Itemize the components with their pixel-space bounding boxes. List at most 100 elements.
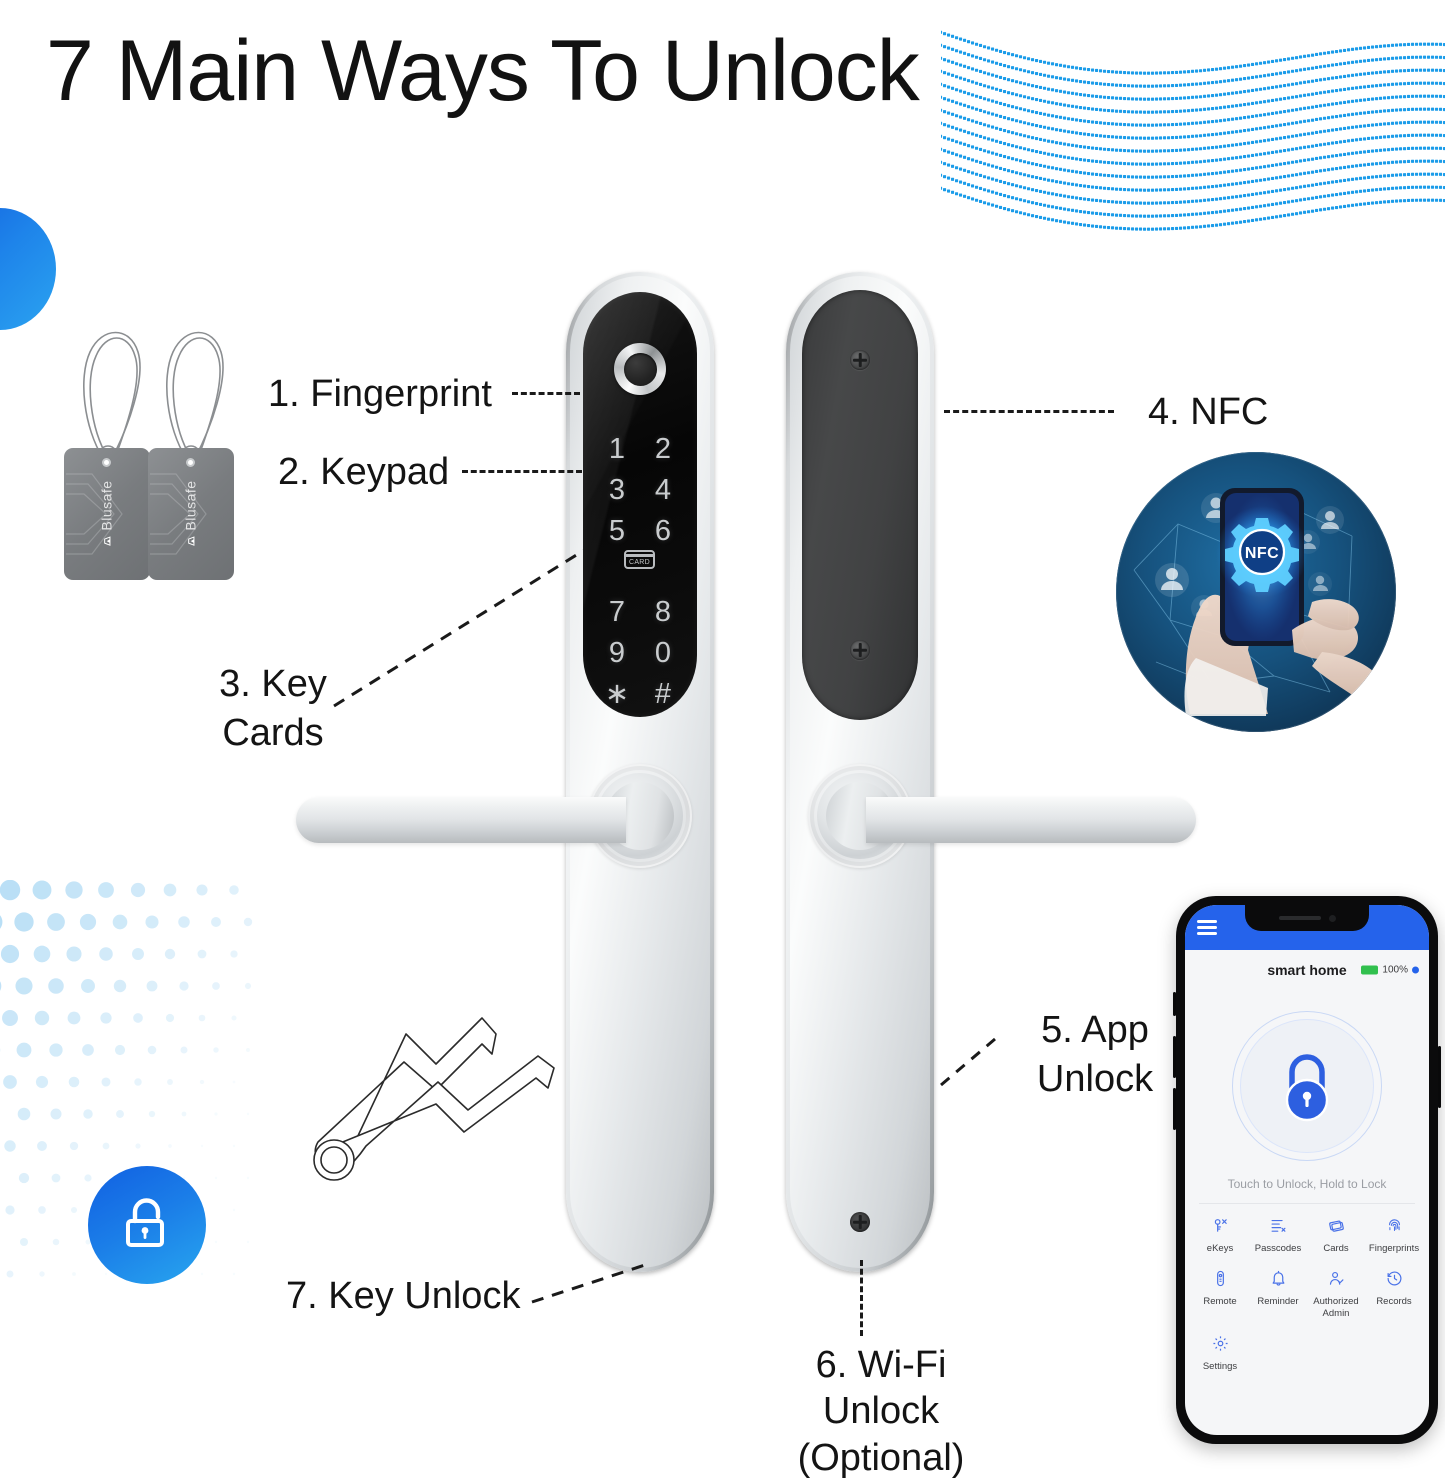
ekey-icon [1212, 1217, 1229, 1239]
cards-icon [1328, 1217, 1345, 1239]
lock-button[interactable] [1240, 1019, 1374, 1153]
app-tile-label: Reminder [1257, 1296, 1298, 1307]
door-handle-lever-left [296, 797, 626, 843]
card-glyph-text: CARD [629, 559, 650, 566]
keypad-key-∗[interactable]: ∗ [594, 680, 640, 709]
app-tile-ekeys[interactable]: eKeys [1191, 1211, 1249, 1254]
app-tile-remote[interactable]: Remote [1191, 1264, 1249, 1319]
lock-hint-text: Touch to Unlock, Hold to Lock [1185, 1177, 1429, 1191]
screw-bottom-body-icon [850, 1212, 870, 1232]
lock-ring-outer [1232, 1011, 1382, 1161]
app-tile-label: Records [1376, 1296, 1411, 1307]
keypad-key-6[interactable]: 6 [640, 517, 686, 546]
keycard-brand: Blusafe [99, 480, 115, 530]
keypad-key-#[interactable]: # [640, 680, 686, 709]
screw-top-icon [850, 350, 870, 370]
lock-button-area [1185, 997, 1429, 1175]
keycard: Blusafe [64, 448, 150, 580]
page-title: 7 Main Ways To Unlock [46, 22, 919, 121]
admin-user-icon [1328, 1270, 1345, 1292]
keycard: Blusafe [148, 448, 234, 580]
callout-label-wifi-unlock: 6. Wi-Fi Unlock (Optional) [768, 1342, 994, 1481]
physical-keys-illustration [286, 962, 576, 1212]
hamburger-menu-icon[interactable] [1197, 917, 1217, 939]
app-tile-label: Cards [1323, 1243, 1348, 1254]
smart-lock-front-panel: 123456 7890∗# CARD [566, 272, 714, 1272]
leader-line-app [938, 1036, 998, 1088]
remote-icon [1212, 1270, 1229, 1292]
battery-icon [1361, 966, 1378, 975]
keypad-key-7[interactable]: 7 [594, 598, 640, 627]
keycard-hole [102, 458, 111, 467]
app-tile-passcodes[interactable]: Passcodes [1249, 1211, 1307, 1254]
divider [1199, 1203, 1415, 1204]
smartphone-app-mockup: smart home 100% [1176, 896, 1438, 1444]
app-header: smart home 100% [1185, 950, 1429, 990]
app-tile-settings[interactable]: Settings [1191, 1329, 1249, 1372]
earpiece-speaker [1279, 916, 1321, 920]
keypad-key-1[interactable]: 1 [594, 435, 640, 464]
app-tile-label: Remote [1203, 1296, 1236, 1307]
nfc-photo: NFC [1116, 452, 1396, 732]
door-handle-lever-right [866, 797, 1196, 843]
app-tile-label: eKeys [1207, 1243, 1233, 1254]
callout-label-nfc: 4. NFC [1148, 388, 1268, 437]
keycard-brand: Blusafe [183, 480, 199, 530]
blusafe-logo-icon [184, 535, 197, 548]
keypad-key-3[interactable]: 3 [594, 476, 640, 505]
app-tile-label: Settings [1203, 1361, 1237, 1372]
app-tile-authorized-admin[interactable]: Authorized Admin [1307, 1264, 1365, 1319]
keypad-key-8[interactable]: 8 [640, 598, 686, 627]
keypad-key-0[interactable]: 0 [640, 639, 686, 668]
fingerprint-sensor[interactable] [614, 343, 666, 395]
padlock-icon [1268, 1044, 1346, 1128]
blusafe-logo-icon [100, 535, 113, 548]
nfc-back-plate [802, 290, 918, 720]
nfc-badge-text: NFC [1245, 545, 1279, 562]
keypad-key-2[interactable]: 2 [640, 435, 686, 464]
infographic-canvas: 7 Main Ways To Unlock [0, 0, 1445, 1445]
callout-label-app-unlock: 5. App Unlock [1030, 1006, 1160, 1103]
dotted-wave-decoration [941, 0, 1445, 265]
screw-bottom-icon [850, 640, 870, 660]
app-tile-label: Authorized Admin [1307, 1296, 1365, 1319]
keypad-key-4[interactable]: 4 [640, 476, 686, 505]
open-padlock-icon [118, 1194, 176, 1256]
front-camera-icon [1329, 915, 1336, 922]
leader-line-nfc [944, 410, 1114, 413]
touch-panel-glass: 123456 7890∗# CARD [583, 292, 697, 717]
app-tile-reminder[interactable]: Reminder [1249, 1264, 1307, 1319]
passcode-list-icon [1270, 1217, 1287, 1239]
gear-icon [1212, 1335, 1229, 1357]
keypad-key-9[interactable]: 9 [594, 639, 640, 668]
history-clock-icon [1386, 1270, 1403, 1292]
app-tile-fingerprints[interactable]: Fingerprints [1365, 1211, 1423, 1254]
keycard-group: Blusafe Blusafe [56, 268, 276, 598]
app-tile-label: Fingerprints [1369, 1243, 1419, 1254]
keypad[interactable]: 123456 7890∗# [594, 435, 686, 709]
leader-line-keypad [462, 470, 582, 473]
phone-power-button[interactable] [1438, 1046, 1441, 1108]
battery-percent: 100% [1382, 965, 1408, 976]
phone-screen: smart home 100% [1185, 905, 1429, 1435]
fingerprint-icon [1386, 1217, 1403, 1239]
unlock-badge-decoration [88, 1166, 206, 1284]
app-title: smart home [1267, 962, 1346, 978]
app-tile-label: Passcodes [1255, 1243, 1301, 1254]
battery-status: 100% [1361, 965, 1419, 976]
callout-label-key-unlock: 7. Key Unlock [286, 1272, 520, 1321]
app-feature-grid: eKeys Passcodes Cards Fingerprints Remote Rem… [1191, 1211, 1423, 1373]
phone-notch [1245, 905, 1369, 931]
app-tile-cards[interactable]: Cards [1307, 1211, 1365, 1254]
phone-frame: smart home 100% [1176, 896, 1438, 1444]
bluetooth-dot-icon [1412, 967, 1419, 974]
callout-label-fingerprint: 1. Fingerprint [268, 370, 492, 419]
bell-icon [1270, 1270, 1287, 1292]
smart-lock-back-panel [786, 272, 934, 1272]
card-reader-icon: CARD [624, 550, 655, 569]
keypad-key-5[interactable]: 5 [594, 517, 640, 546]
callout-label-keypad: 2. Keypad [278, 448, 449, 497]
leader-line-keycards [330, 545, 590, 710]
app-tile-records[interactable]: Records [1365, 1264, 1423, 1319]
blue-circle-decoration [0, 208, 56, 330]
